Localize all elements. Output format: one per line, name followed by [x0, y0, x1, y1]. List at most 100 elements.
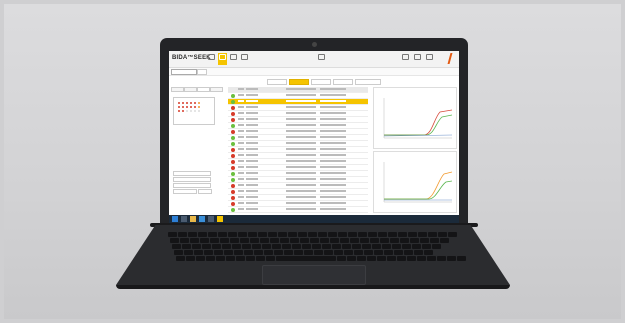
touchpad [262, 265, 366, 285]
keyboard-key [266, 256, 275, 261]
keyboard-key [380, 238, 389, 243]
toolbar-button-home[interactable] [207, 53, 216, 65]
plate-well[interactable] [198, 110, 200, 112]
app-icon[interactable] [217, 216, 223, 222]
table-cell [286, 136, 316, 138]
filter-field-4[interactable] [173, 189, 197, 194]
toolbar-button-help[interactable] [413, 53, 422, 65]
step-tab-5[interactable] [355, 79, 381, 85]
plate-well[interactable] [182, 106, 184, 108]
plate-well[interactable] [194, 102, 196, 104]
keyboard-key [210, 238, 219, 243]
keyboard-key [428, 232, 437, 237]
plate-well[interactable] [194, 110, 196, 112]
table-cell [286, 100, 316, 102]
keyboard-key [388, 232, 397, 237]
plate-well[interactable] [194, 106, 196, 108]
toolbar-button-exit[interactable] [425, 53, 434, 65]
plate-well[interactable] [186, 110, 188, 112]
keyboard-key [420, 238, 429, 243]
plate-well[interactable] [178, 102, 180, 104]
keyboard-key [262, 244, 271, 249]
toolbar-button-report[interactable] [240, 53, 249, 65]
left-tab-4[interactable] [210, 87, 223, 92]
table-cell [238, 94, 244, 96]
keyboard-key [397, 256, 406, 261]
table-cell [286, 130, 316, 132]
table-cell [286, 178, 316, 180]
plate-well[interactable] [186, 102, 188, 104]
table-cell [320, 166, 346, 168]
step-tab-4[interactable] [333, 79, 353, 85]
toolbar-button-user[interactable] [317, 53, 326, 65]
keyboard-key [372, 244, 381, 249]
keyboard-key [182, 244, 191, 249]
browser-icon[interactable] [199, 216, 205, 222]
apply-button[interactable] [198, 189, 212, 194]
keyboard-key [314, 250, 323, 255]
folder-icon[interactable] [190, 216, 196, 222]
table-row[interactable] [228, 207, 368, 213]
plate-well[interactable] [198, 106, 200, 108]
table-cell [246, 88, 258, 90]
filter-field-1[interactable] [173, 171, 211, 176]
plate-well[interactable] [178, 106, 180, 108]
left-tab-2[interactable] [184, 87, 197, 92]
table-cell [238, 190, 244, 192]
filter-field-2[interactable] [173, 177, 211, 182]
left-panel [171, 87, 223, 217]
plate-well[interactable] [186, 106, 188, 108]
plate-well[interactable] [198, 102, 200, 104]
exit-icon [426, 54, 433, 60]
keyboard-key [260, 238, 269, 243]
table-cell [320, 160, 346, 162]
keyboard-key [457, 256, 466, 261]
table-cell [320, 172, 346, 174]
plate-map[interactable] [173, 97, 215, 125]
step-tab-3[interactable] [311, 79, 331, 85]
windows-icon[interactable] [172, 216, 178, 222]
status-dot [231, 172, 235, 176]
laptop-screen: BIDA™SEEK [169, 51, 459, 223]
step-tab-1[interactable] [267, 79, 287, 85]
table-cell [238, 136, 244, 138]
toolbar-button-analysis[interactable] [229, 53, 238, 65]
plate-well[interactable] [178, 110, 180, 112]
keyboard-key [272, 244, 281, 249]
table-cell [238, 172, 244, 174]
table-cell [286, 112, 316, 114]
keyboard-key [298, 232, 307, 237]
keyboard-key [174, 250, 183, 255]
toolbar-button-plate[interactable] [218, 53, 227, 65]
keyboard-row [174, 250, 433, 255]
app-header: BIDA™SEEK [169, 51, 459, 68]
left-tab-1[interactable] [171, 87, 184, 92]
table-cell [320, 130, 346, 132]
keyboard-key [344, 250, 353, 255]
run-select[interactable] [171, 69, 197, 75]
keyboard-key [188, 232, 197, 237]
mail-icon[interactable] [208, 216, 214, 222]
table-cell [320, 178, 346, 180]
plate-well[interactable] [182, 102, 184, 104]
sub-tab[interactable] [197, 69, 207, 75]
table-cell [238, 118, 244, 120]
status-dot [231, 106, 235, 110]
keyboard-key [292, 244, 301, 249]
search-icon[interactable] [181, 216, 187, 222]
filter-field-3[interactable] [173, 183, 211, 188]
step-tab-2[interactable] [289, 79, 309, 85]
plate-well[interactable] [190, 106, 192, 108]
keyboard-key [304, 250, 313, 255]
toolbar-button-settings[interactable] [401, 53, 410, 65]
plate-well[interactable] [182, 110, 184, 112]
keyboard-key [226, 256, 235, 261]
left-tab-3[interactable] [197, 87, 210, 92]
keyboard-key [438, 232, 447, 237]
user-icon [318, 54, 325, 60]
plate-well[interactable] [190, 102, 192, 104]
keyboard-key [264, 250, 273, 255]
keyboard-key [234, 250, 243, 255]
keyboard-key [348, 232, 357, 237]
plate-well[interactable] [190, 110, 192, 112]
